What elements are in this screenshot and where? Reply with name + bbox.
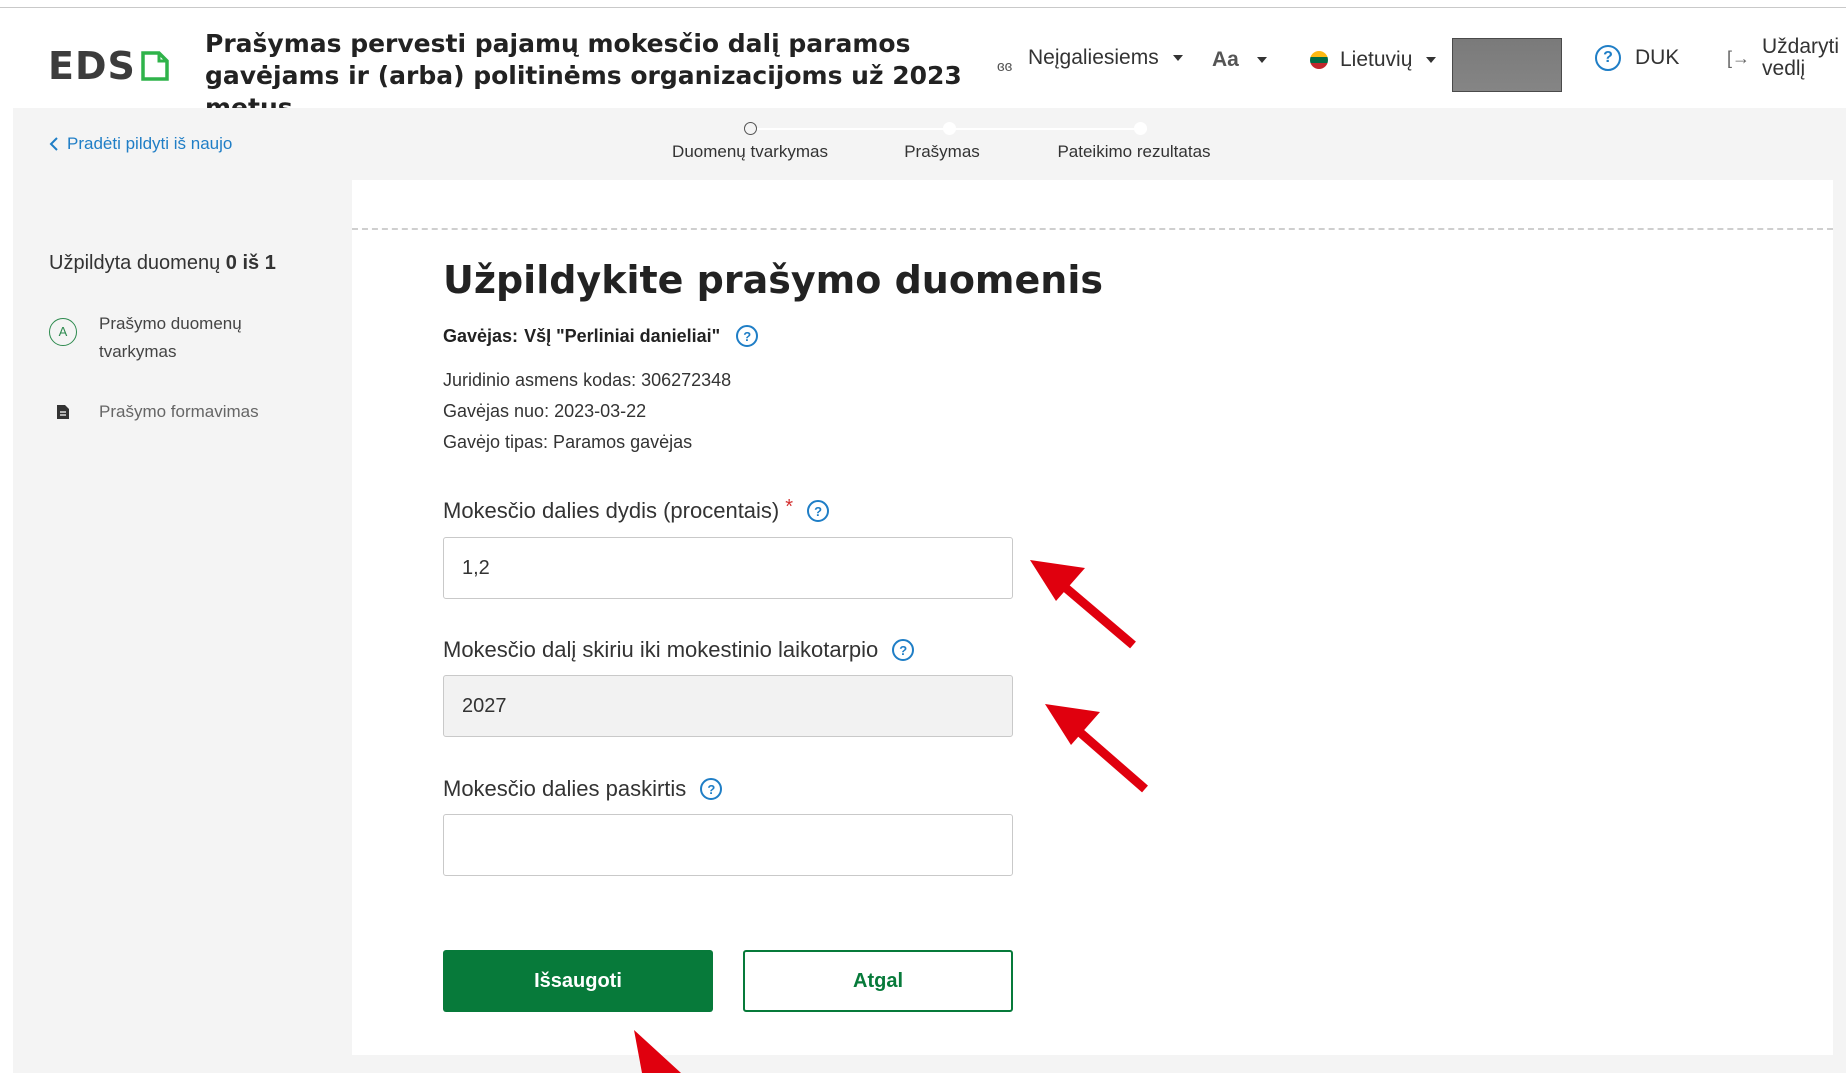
close-label-line1: Uždaryti: [1762, 35, 1840, 58]
accessibility-menu[interactable]: Neįgaliesiems: [1028, 46, 1183, 70]
fill-progress: Užpildyta duomenų 0 iš 1: [49, 252, 276, 275]
step-label-request: Prašymas: [904, 142, 980, 161]
recipient-prefix: Gavėjas:: [443, 325, 519, 346]
progress-stepbar: Pradėti pildyti iš naujo Duomenų tvarkym…: [13, 108, 1846, 180]
annotation-arrow-percent: [1030, 560, 1136, 649]
info-company-code: Juridinio asmens kodas: 306272348: [443, 370, 732, 390]
purpose-label-text: Mokesčio dalies paskirtis: [443, 776, 687, 801]
step-dot-3: [1134, 122, 1147, 135]
recipient-line: Gavėjas: VšĮ "Perliniai danieliai" ?: [443, 325, 759, 347]
bottom-gutter: [13, 1055, 1846, 1073]
info-recipient-type: Gavėjo tipas: Paramos gavėjas: [443, 432, 693, 452]
sidebar-item-label-line2: tvarkymas: [99, 342, 177, 361]
percent-field-label: Mokesčio dalies dydis (procentais) * ?: [443, 495, 830, 524]
back-button[interactable]: Atgal: [743, 950, 1013, 1012]
info-recipient-since: Gavėjas nuo: 2023-03-22: [443, 401, 647, 421]
percent-input[interactable]: 1,2: [443, 537, 1013, 599]
font-size-label: Aa: [1212, 48, 1239, 71]
help-icon: ?: [1595, 45, 1621, 71]
step-label-result: Pateikimo rezultatas: [1057, 142, 1211, 161]
restart-label: Pradėti pildyti iš naujo: [67, 134, 233, 153]
restart-link[interactable]: Pradėti pildyti iš naujo: [49, 134, 232, 154]
accessibility-label: Neįgaliesiems: [1028, 46, 1159, 69]
user-profile-box[interactable]: [1452, 38, 1562, 92]
help-icon[interactable]: ?: [736, 325, 759, 347]
step-label-data: Duomenų tvarkymas: [672, 142, 828, 161]
document-logo-icon: [141, 51, 169, 81]
language-label: Lietuvių: [1340, 48, 1413, 71]
percent-label-text: Mokesčio dalies dydis (procentais): [443, 498, 780, 523]
top-border: [0, 0, 1846, 8]
chevron-left-icon: [49, 137, 58, 151]
progress-prefix: Užpildyta duomenų: [49, 252, 221, 274]
step-dot-1: [744, 122, 757, 135]
font-size-menu[interactable]: Aa: [1212, 48, 1267, 72]
until-label-text: Mokesčio dalį skiriu iki mokestinio laik…: [443, 637, 879, 662]
right-gutter: [1833, 180, 1846, 1073]
eds-logo[interactable]: EDS: [48, 44, 170, 88]
help-icon[interactable]: ?: [807, 500, 830, 522]
save-button[interactable]: Išsaugoti: [443, 950, 713, 1012]
sidebar-item-label: Prašymo formavimas: [99, 402, 259, 421]
purpose-input[interactable]: [443, 814, 1013, 876]
close-wizard-button[interactable]: [→ Uždaryti vedlį: [1727, 36, 1839, 80]
left-sidebar: Užpildyta duomenų 0 iš 1 A Prašymo duome…: [13, 180, 352, 1073]
sidebar-item-request-forming[interactable]: Prašymo formavimas: [49, 398, 259, 426]
exit-icon: [→: [1727, 47, 1751, 68]
chevron-down-icon: [1426, 57, 1437, 63]
help-icon[interactable]: ?: [700, 778, 723, 800]
recipient-name: VšĮ "Perliniai danieliai": [524, 325, 721, 346]
close-label-line2: vedlį: [1762, 57, 1806, 80]
help-icon[interactable]: ?: [892, 639, 915, 661]
document-icon: [49, 398, 77, 426]
until-year-input[interactable]: 2027: [443, 675, 1013, 737]
glasses-icon: ɞɞ: [997, 58, 1013, 75]
section-divider: [352, 228, 1833, 230]
app-header: EDS Prašymas pervesti pajamų mokesčio da…: [0, 8, 1846, 122]
step-dot-2: [943, 122, 956, 135]
annotation-arrow-year: [1045, 704, 1148, 793]
chevron-down-icon: [1256, 57, 1267, 63]
sidebar-item-label-line1: Prašymo duomenų: [99, 314, 242, 333]
chevron-down-icon: [1172, 55, 1183, 61]
step-a-icon: A: [49, 318, 77, 346]
required-mark: *: [785, 495, 794, 518]
logo-text: EDS: [48, 44, 136, 88]
faq-label: DUK: [1635, 46, 1680, 69]
page-title: Užpildykite prašymo duomenis: [443, 258, 1103, 302]
sidebar-item-data-processing[interactable]: A Prašymo duomenų tvarkymas: [49, 310, 242, 366]
lithuanian-flag-icon: [1310, 51, 1328, 69]
until-field-label: Mokesčio dalį skiriu iki mokestinio laik…: [443, 637, 915, 663]
faq-link[interactable]: ? DUK: [1595, 45, 1679, 71]
purpose-field-label: Mokesčio dalies paskirtis ?: [443, 776, 723, 802]
language-menu[interactable]: Lietuvių: [1310, 48, 1437, 72]
progress-value: 0 iš 1: [225, 252, 276, 274]
